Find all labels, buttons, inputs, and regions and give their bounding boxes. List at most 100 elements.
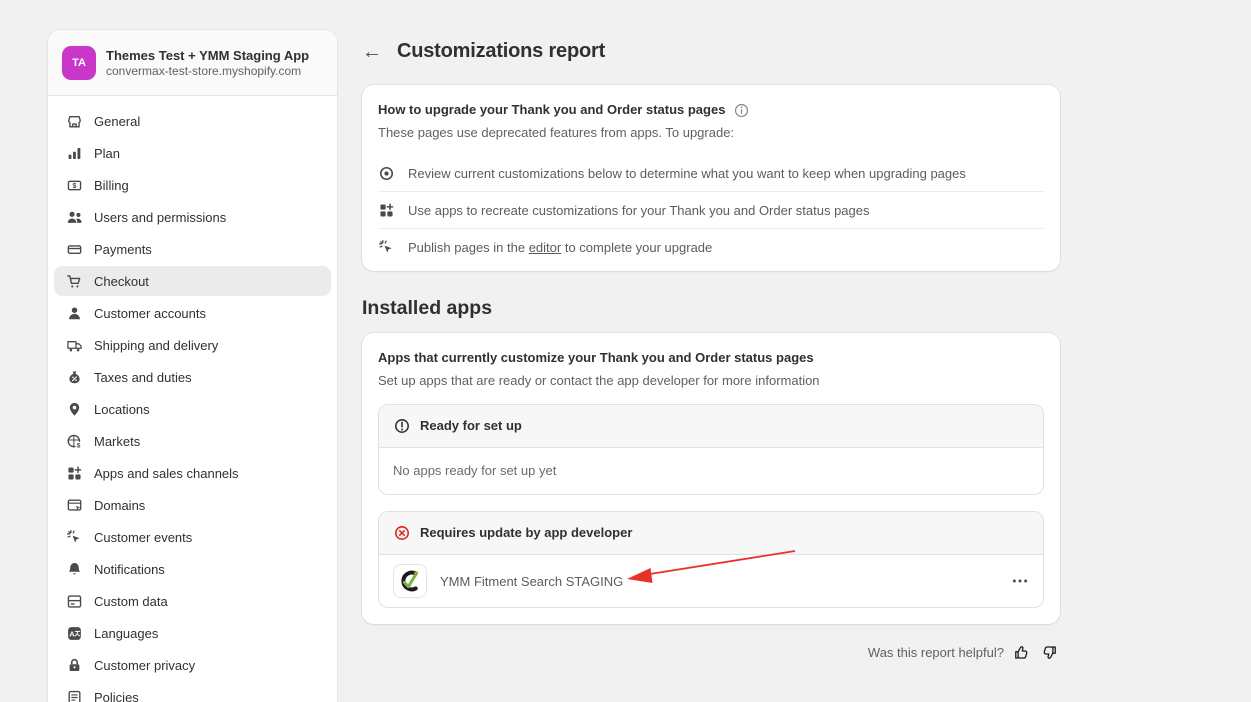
sidebar-item-checkout[interactable]: Checkout [54,266,331,296]
installed-apps-heading: Installed apps [362,297,1060,320]
store-header[interactable]: TA Themes Test + YMM Staging App converm… [48,30,337,96]
apps-grid-icon [378,202,395,219]
app-row[interactable]: YMM Fitment Search STAGING [379,555,1043,607]
sidebar-item-label: Apps and sales channels [94,466,239,481]
sidebar-item-label: Domains [94,498,145,513]
upgrade-step: Use apps to recreate customizations for … [378,192,1044,229]
view-icon [378,165,395,182]
cursor-click-icon [66,529,83,546]
main-content: ← Customizations report How to upgrade y… [362,0,1060,661]
page-title: Customizations report [397,40,605,63]
domains-icon [66,497,83,514]
location-pin-icon [66,401,83,418]
cart-icon [66,273,83,290]
sidebar-item-apps-and-sales-channels[interactable]: Apps and sales channels [54,458,331,488]
ready-box-header: Ready for set up [379,405,1043,448]
installed-apps-card: Apps that currently customize your Thank… [362,333,1060,624]
page-header: ← Customizations report [362,40,1060,63]
sidebar-item-customer-accounts[interactable]: Customer accounts [54,298,331,328]
globe-icon: $ [66,433,83,450]
sidebar-item-languages[interactable]: A Languages [54,618,331,648]
settings-nav: General Plan $ Billing Users and permissions… [48,96,337,702]
thumbs-down-icon[interactable] [1041,644,1058,661]
upgrade-step: Review current customizations below to d… [378,155,1044,192]
store-name: Themes Test + YMM Staging App [106,47,309,64]
upgrade-card: How to upgrade your Thank you and Order … [362,85,1060,271]
settings-page: { "store": { "avatar_initials": "TA", "n… [0,0,1251,702]
sidebar-item-plan[interactable]: Plan [54,138,331,168]
upgrade-card-heading: How to upgrade your Thank you and Order … [378,101,1044,119]
upgrade-card-title: How to upgrade your Thank you and Order … [378,101,725,119]
bell-icon [66,561,83,578]
sidebar-item-payments[interactable]: Payments [54,234,331,264]
sidebar-item-label: Languages [94,626,158,641]
lock-icon [66,657,83,674]
users-icon [66,209,83,226]
ready-box-empty-text: No apps ready for set up yet [379,448,1043,494]
person-icon [66,305,83,322]
svg-text:A: A [69,629,75,638]
sidebar-item-notifications[interactable]: Notifications [54,554,331,584]
upgrade-step-text: Publish pages in the editor to complete … [408,240,712,255]
sidebar-item-label: Checkout [94,274,149,289]
sidebar-item-taxes-and-duties[interactable]: Taxes and duties [54,362,331,392]
sidebar-item-customer-events[interactable]: Customer events [54,522,331,552]
sidebar-item-label: Notifications [94,562,165,577]
app-actions-menu-button[interactable] [1011,572,1029,590]
sidebar-item-label: Taxes and duties [94,370,192,385]
apps-grid-icon [66,465,83,482]
sidebar-item-custom-data[interactable]: Custom data [54,586,331,616]
sidebar-item-label: Customer events [94,530,192,545]
sidebar-item-label: General [94,114,140,129]
sidebar-item-label: Users and permissions [94,210,226,225]
taxes-icon [66,369,83,386]
document-icon [66,689,83,702]
info-icon[interactable] [733,102,750,119]
upgrade-step-text: Review current customizations below to d… [408,166,966,181]
truck-icon [66,337,83,354]
sidebar-item-label: Shipping and delivery [94,338,218,353]
translate-icon: A [66,625,83,642]
error-x-icon [393,524,411,542]
sidebar-item-label: Policies [94,690,139,702]
sidebar-item-label: Payments [94,242,152,257]
store-domain: convermax-test-store.myshopify.com [106,64,309,79]
plan-icon [66,145,83,162]
sidebar-item-label: Customer accounts [94,306,206,321]
store-icon [66,113,83,130]
ready-box-title: Ready for set up [420,417,522,435]
settings-sidebar: TA Themes Test + YMM Staging App converm… [48,30,337,702]
requires-box-title: Requires update by app developer [420,524,632,542]
sidebar-item-locations[interactable]: Locations [54,394,331,424]
installed-apps-card-subtitle: Set up apps that are ready or contact th… [378,372,1044,390]
store-info: Themes Test + YMM Staging App convermax-… [106,47,309,79]
back-arrow-icon[interactable]: ← [362,42,382,62]
sidebar-item-shipping-and-delivery[interactable]: Shipping and delivery [54,330,331,360]
sidebar-item-users-and-permissions[interactable]: Users and permissions [54,202,331,232]
app-name: YMM Fitment Search STAGING [440,574,623,589]
thumbs-up-icon[interactable] [1013,644,1030,661]
ready-for-setup-box: Ready for set up No apps ready for set u… [378,404,1044,495]
svg-text:$: $ [77,442,81,449]
sidebar-item-label: Locations [94,402,150,417]
sidebar-item-domains[interactable]: Domains [54,490,331,520]
upgrade-step-text: Use apps to recreate customizations for … [408,203,870,218]
sidebar-item-billing[interactable]: $ Billing [54,170,331,200]
requires-box-header: Requires update by app developer [379,512,1043,555]
sidebar-item-general[interactable]: General [54,106,331,136]
editor-link[interactable]: editor [529,240,562,255]
payments-icon [66,241,83,258]
sidebar-item-label: Billing [94,178,129,193]
upgrade-card-subtitle: These pages use deprecated features from… [378,124,1044,142]
installed-apps-card-title: Apps that currently customize your Thank… [378,349,1044,367]
upgrade-step: Publish pages in the editor to complete … [378,229,1044,266]
store-avatar: TA [62,46,96,80]
sidebar-item-customer-privacy[interactable]: Customer privacy [54,650,331,680]
billing-icon: $ [66,177,83,194]
requires-update-box: Requires update by app developer YMM Fit… [378,511,1044,608]
cursor-click-icon [378,239,395,256]
sidebar-item-markets[interactable]: $Markets [54,426,331,456]
sidebar-item-label: Customer privacy [94,658,195,673]
feedback-question: Was this report helpful? [868,645,1004,660]
sidebar-item-policies[interactable]: Policies [54,682,331,702]
